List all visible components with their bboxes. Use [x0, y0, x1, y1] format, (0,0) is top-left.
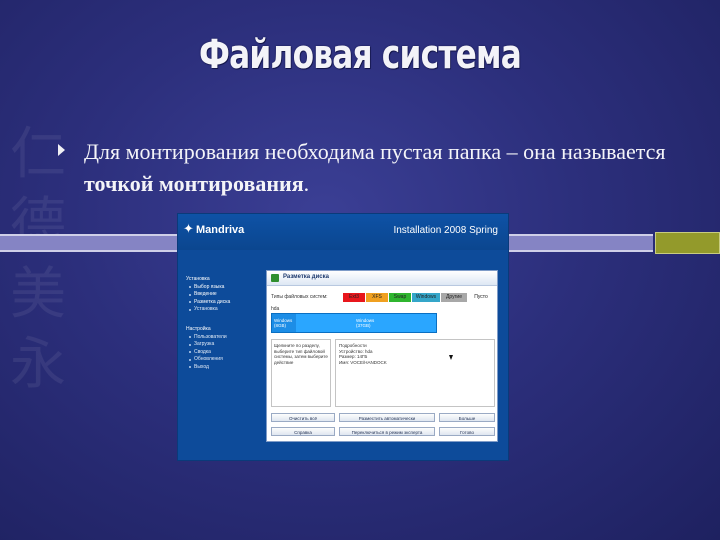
sidebar-item-exit: Выход: [186, 364, 227, 372]
details-name: Имя: VOCE/HANDOCK: [339, 359, 387, 365]
disk-partition-bar[interactable]: Windows (8GB) Windows (37GB): [271, 313, 437, 333]
done-button[interactable]: Готово: [439, 427, 495, 436]
help-button[interactable]: Справка: [271, 427, 335, 436]
sidebar-item-summary: Сводка: [186, 349, 227, 357]
sidebar-item-boot: Загрузка: [186, 341, 227, 349]
partition-window: Разметка диска Типы файловых систем: Ext…: [266, 270, 498, 442]
partition-1-size: (8GB): [274, 323, 287, 328]
installer-header: ✦ Mandriva Installation 2008 Spring: [178, 214, 508, 250]
partition-2-size: (37GB): [356, 323, 371, 328]
window-title: Разметка диска: [283, 274, 329, 280]
slide-title: Файловая система: [198, 32, 522, 78]
sidebar-group-label: Установка: [186, 276, 210, 282]
decorative-block-olive: [655, 232, 720, 254]
hint-panel: Щелкните по разделу, выберите тип файлов…: [271, 339, 331, 407]
details-panel: Подробности Устройство: hda Размер: 14ГБ…: [335, 339, 495, 407]
partition-1[interactable]: Windows (8GB): [272, 314, 296, 332]
auto-allocate-button[interactable]: Разместить автоматически: [339, 413, 435, 422]
sidebar-item-partitioning: Разметка диска: [186, 299, 230, 307]
expert-mode-button[interactable]: Переключиться в режим эксперта: [339, 427, 435, 436]
bullet-arrow-icon: [58, 144, 65, 156]
fs-chip-swap[interactable]: Swap: [389, 293, 411, 302]
sidebar-item-users: Пользователи: [186, 334, 227, 342]
partition-2[interactable]: Windows (37GB): [356, 318, 374, 328]
decorative-band-left: [0, 234, 180, 252]
sidebar-item-intro: Введение: [186, 291, 230, 299]
installer-screenshot: ✦ Mandriva Installation 2008 Spring Уста…: [178, 214, 508, 460]
decorative-band-right: [508, 234, 653, 252]
window-header: Разметка диска: [267, 271, 497, 286]
mandriva-star-icon: ✦: [183, 221, 194, 236]
fs-chip-windows[interactable]: Windows: [412, 293, 440, 302]
fs-chip-xfs[interactable]: XFS: [366, 293, 388, 302]
fs-chip-empty[interactable]: Пусто: [469, 293, 493, 302]
bullet-text: Для монтирования необходима пустая папка…: [84, 136, 684, 200]
sidebar-item-updates: Обновления: [186, 356, 227, 364]
filesystem-legend: Типы файловых систем: Ext3 XFS Swap Wind…: [271, 293, 495, 302]
disk-label: hda: [271, 306, 280, 312]
sidebar-config-group: Настройка Пользователи Загрузка Сводка О…: [186, 326, 227, 371]
more-button[interactable]: Больше: [439, 413, 495, 422]
sidebar-item-language: Выбор языка: [186, 284, 230, 292]
fs-types-label: Типы файловых систем:: [271, 294, 328, 300]
clear-all-button[interactable]: Очистить всё: [271, 413, 335, 422]
installer-title: Installation 2008 Spring: [393, 225, 498, 236]
sidebar-item-install: Установка: [186, 306, 230, 314]
mouse-cursor-icon: [449, 355, 453, 360]
sidebar-group-label: Настройка: [186, 326, 211, 332]
bullet-text-main: Для монтирования необходима пустая папка…: [84, 139, 666, 164]
hint-text: Щелкните по разделу, выберите тип файлов…: [274, 343, 328, 365]
bullet-text-end: .: [303, 171, 310, 196]
bullet-text-bold: точкой монтирования: [84, 171, 304, 196]
fs-chip-other[interactable]: Другие: [441, 293, 467, 302]
fs-chip-ext3[interactable]: Ext3: [343, 293, 365, 302]
disk-icon: [271, 274, 279, 282]
mandriva-logo: Mandriva: [196, 224, 245, 236]
sidebar-install-group: Установка Выбор языка Введение Разметка …: [186, 276, 230, 314]
